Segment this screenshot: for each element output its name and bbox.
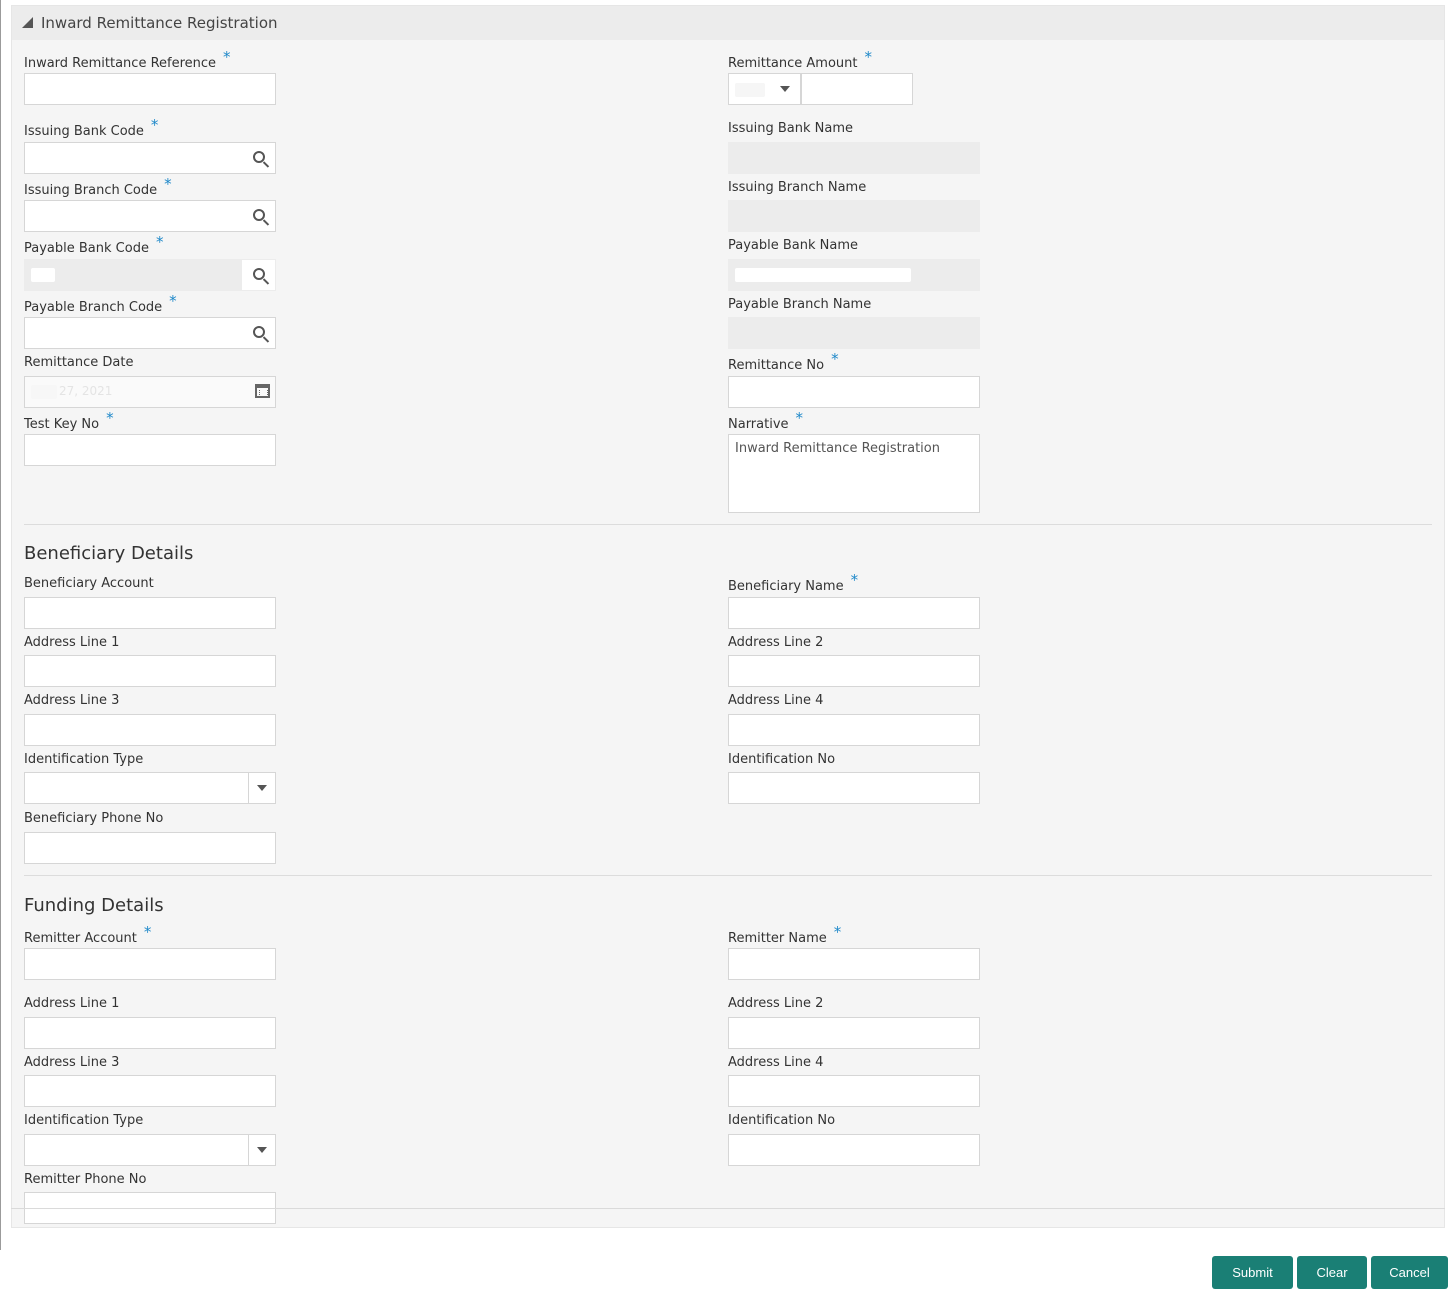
beneficiary-identification-no-input[interactable]	[728, 772, 980, 804]
issuing-bank-code-input[interactable]	[24, 142, 276, 174]
remitter-name-input[interactable]	[728, 948, 980, 980]
bank-name-redacted	[735, 268, 911, 282]
beneficiary-details-title: Beneficiary Details	[24, 543, 194, 564]
beneficiary-account-input[interactable]	[24, 597, 276, 629]
issuing-bank-code-label: Issuing Bank Code *	[24, 116, 159, 139]
issuing-branch-code-label: Issuing Branch Code *	[24, 175, 172, 198]
remitter-identification-type-label: Identification Type	[24, 1113, 144, 1128]
beneficiary-address-3-label: Address Line 3	[24, 693, 120, 708]
payable-bank-name-label: Payable Bank Name	[728, 238, 859, 253]
currency-select[interactable]	[728, 73, 801, 105]
section-divider	[24, 524, 1432, 525]
remittance-date-value: 27, 2021	[59, 384, 113, 398]
payable-bank-code-label: Payable Bank Code *	[24, 233, 164, 256]
issuing-branch-name-label: Issuing Branch Name	[728, 180, 867, 195]
beneficiary-identification-type-label: Identification Type	[24, 752, 144, 767]
cancel-button[interactable]: Cancel	[1371, 1256, 1448, 1289]
select-divider	[248, 1135, 249, 1165]
beneficiary-phone-input[interactable]	[24, 832, 276, 864]
search-icon[interactable]	[253, 326, 265, 338]
beneficiary-address-4-label: Address Line 4	[728, 693, 824, 708]
calendar-icon[interactable]	[255, 384, 270, 398]
payable-bank-code-input[interactable]	[24, 259, 276, 291]
remittance-date-input[interactable]: 27, 2021	[24, 376, 276, 408]
remitter-identification-no-input[interactable]	[728, 1134, 980, 1166]
bank-code-redacted	[31, 268, 55, 282]
beneficiary-address-2-label: Address Line 2	[728, 635, 824, 650]
beneficiary-address-1-label: Address Line 1	[24, 635, 120, 650]
remitter-identification-no-label: Identification No	[728, 1113, 836, 1128]
beneficiary-identification-type-select[interactable]	[24, 772, 276, 804]
chevron-down-icon[interactable]	[257, 1147, 267, 1153]
search-icon[interactable]	[253, 209, 265, 221]
test-key-no-label: Test Key No *	[24, 409, 114, 432]
chevron-down-icon[interactable]	[780, 86, 790, 92]
remittance-date-label: Remittance Date	[24, 355, 134, 370]
search-icon[interactable]	[253, 151, 265, 163]
remittance-amount-input[interactable]	[801, 73, 913, 105]
beneficiary-address-3-input[interactable]	[24, 714, 276, 746]
remitter-account-label: Remitter Account *	[24, 923, 152, 946]
remittance-no-label: Remittance No *	[728, 350, 839, 373]
beneficiary-address-1-input[interactable]	[24, 655, 276, 687]
inward-remittance-reference-input[interactable]	[24, 73, 276, 105]
issuing-branch-code-input[interactable]	[24, 200, 276, 232]
select-divider	[248, 773, 249, 803]
payable-branch-code-input[interactable]	[24, 317, 276, 349]
issuing-bank-name-field	[728, 142, 980, 174]
beneficiary-account-label: Beneficiary Account	[24, 576, 154, 591]
issuing-bank-name-label: Issuing Bank Name	[728, 121, 853, 136]
submit-button[interactable]: Submit	[1212, 1256, 1293, 1289]
date-month-redacted	[31, 385, 57, 399]
remittance-amount-label: Remittance Amount *	[728, 48, 872, 71]
remitter-address-1-label: Address Line 1	[24, 996, 120, 1011]
beneficiary-address-4-input[interactable]	[728, 714, 980, 746]
remitter-address-3-input[interactable]	[24, 1075, 276, 1107]
remitter-address-4-input[interactable]	[728, 1075, 980, 1107]
panel-header[interactable]: Inward Remittance Registration	[12, 6, 1444, 40]
issuing-branch-name-field	[728, 200, 980, 232]
search-button[interactable]	[242, 260, 275, 290]
panel-title: Inward Remittance Registration	[41, 14, 278, 32]
inward-remittance-panel: Inward Remittance Registration Inward Re…	[11, 5, 1445, 1228]
remitter-address-3-label: Address Line 3	[24, 1055, 120, 1070]
remitter-account-input[interactable]	[24, 948, 276, 980]
left-edge-rule	[0, 0, 1, 1250]
beneficiary-identification-no-label: Identification No	[728, 752, 836, 767]
beneficiary-name-input[interactable]	[728, 597, 980, 629]
collapse-triangle-icon[interactable]	[22, 16, 33, 28]
chevron-down-icon[interactable]	[257, 785, 267, 791]
remitter-address-2-input[interactable]	[728, 1017, 980, 1049]
remitter-address-1-input[interactable]	[24, 1017, 276, 1049]
beneficiary-address-2-input[interactable]	[728, 655, 980, 687]
remittance-no-input[interactable]	[728, 376, 980, 408]
remitter-address-4-label: Address Line 4	[728, 1055, 824, 1070]
test-key-no-input[interactable]	[24, 434, 276, 466]
remitter-identification-type-select[interactable]	[24, 1134, 276, 1166]
beneficiary-phone-label: Beneficiary Phone No	[24, 811, 164, 826]
inward-remittance-reference-label: Inward Remittance Reference *	[24, 48, 231, 71]
payable-bank-name-field	[728, 259, 980, 291]
payable-branch-name-field	[728, 317, 980, 349]
remitter-address-2-label: Address Line 2	[728, 996, 824, 1011]
remitter-name-label: Remitter Name *	[728, 923, 842, 946]
payable-branch-code-label: Payable Branch Code *	[24, 292, 177, 315]
clear-button[interactable]: Clear	[1297, 1256, 1367, 1289]
section-divider	[24, 875, 1432, 876]
narrative-label: Narrative *	[728, 409, 804, 432]
beneficiary-name-label: Beneficiary Name *	[728, 571, 859, 594]
narrative-text: Inward Remittance Registration	[735, 441, 940, 456]
panel-bottom-rule	[11, 1208, 1445, 1209]
payable-branch-name-label: Payable Branch Name	[728, 297, 872, 312]
narrative-textarea[interactable]: Inward Remittance Registration	[728, 434, 980, 513]
remitter-phone-label: Remitter Phone No	[24, 1172, 147, 1187]
funding-details-title: Funding Details	[24, 895, 164, 916]
currency-redacted	[735, 83, 765, 97]
search-icon[interactable]	[253, 268, 265, 280]
